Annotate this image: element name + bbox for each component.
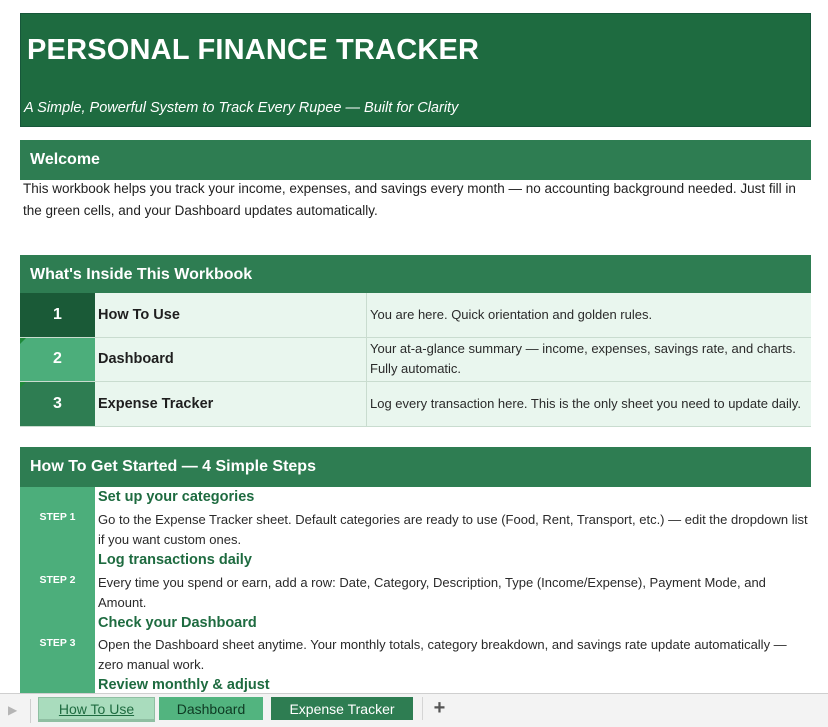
tab-expense-tracker[interactable]: Expense Tracker xyxy=(271,697,413,720)
step-4-title[interactable]: Review monthly & adjust xyxy=(98,677,270,693)
inside-name-cell[interactable]: Dashboard xyxy=(95,337,367,381)
scroll-left-icon[interactable]: ▶ xyxy=(8,703,17,717)
steps-label-column[interactable]: STEP 1 STEP 2 STEP 3 xyxy=(20,487,95,693)
inside-table: 1 How To Use You are here. Quick orienta… xyxy=(20,293,811,427)
inside-header[interactable]: What's Inside This Workbook xyxy=(20,255,811,295)
sheet-tab-bar: ▶ How To Use Dashboard Expense Tracker + xyxy=(0,693,828,727)
step-3-desc[interactable]: Open the Dashboard sheet anytime. Your m… xyxy=(98,635,808,675)
step-3-label: STEP 3 xyxy=(39,637,76,649)
row-number: 3 xyxy=(53,394,62,412)
tab-divider xyxy=(30,699,31,723)
add-sheet-button[interactable]: + xyxy=(422,697,456,720)
step-1-label: STEP 1 xyxy=(39,511,76,523)
comment-marker-icon xyxy=(20,382,26,388)
row-number: 1 xyxy=(53,305,62,323)
inside-name-cell[interactable]: How To Use xyxy=(95,293,367,337)
inside-number-cell[interactable]: 2 xyxy=(20,337,95,381)
tab-dashboard[interactable]: Dashboard xyxy=(159,697,263,720)
inside-desc-cell[interactable]: You are here. Quick orientation and gold… xyxy=(367,293,811,337)
comment-marker-icon xyxy=(20,337,26,344)
tab-how-to-use[interactable]: How To Use xyxy=(38,697,155,720)
step-1-title[interactable]: Set up your categories xyxy=(98,489,254,505)
welcome-text[interactable]: This workbook helps you track your incom… xyxy=(23,178,809,222)
step-3-title[interactable]: Check your Dashboard xyxy=(98,615,257,631)
page-subtitle: A Simple, Powerful System to Track Every… xyxy=(24,100,459,116)
step-2-desc[interactable]: Every time you spend or earn, add a row:… xyxy=(98,573,808,613)
step-1-desc[interactable]: Go to the Expense Tracker sheet. Default… xyxy=(98,510,808,550)
step-2-label: STEP 2 xyxy=(39,574,76,586)
steps-header[interactable]: How To Get Started — 4 Simple Steps xyxy=(20,447,811,487)
step-2-title[interactable]: Log transactions daily xyxy=(98,552,252,568)
title-banner[interactable]: PERSONAL FINANCE TRACKER A Simple, Power… xyxy=(20,13,811,127)
inside-number-cell[interactable]: 3 xyxy=(20,382,95,426)
inside-row-how-to-use: 1 How To Use You are here. Quick orienta… xyxy=(20,293,811,338)
worksheet: PERSONAL FINANCE TRACKER A Simple, Power… xyxy=(0,0,828,693)
row-number: 2 xyxy=(53,350,62,368)
page-title: PERSONAL FINANCE TRACKER xyxy=(27,34,480,66)
inside-row-expense-tracker: 3 Expense Tracker Log every transaction … xyxy=(20,382,811,427)
inside-desc-cell[interactable]: Your at-a-glance summary — income, expen… xyxy=(367,337,811,381)
welcome-header[interactable]: Welcome xyxy=(20,140,811,180)
inside-name-cell[interactable]: Expense Tracker xyxy=(95,382,367,426)
inside-desc-cell[interactable]: Log every transaction here. This is the … xyxy=(367,382,811,426)
inside-number-cell[interactable]: 1 xyxy=(20,293,95,337)
inside-row-dashboard: 2 Dashboard Your at-a-glance summary — i… xyxy=(20,337,811,382)
